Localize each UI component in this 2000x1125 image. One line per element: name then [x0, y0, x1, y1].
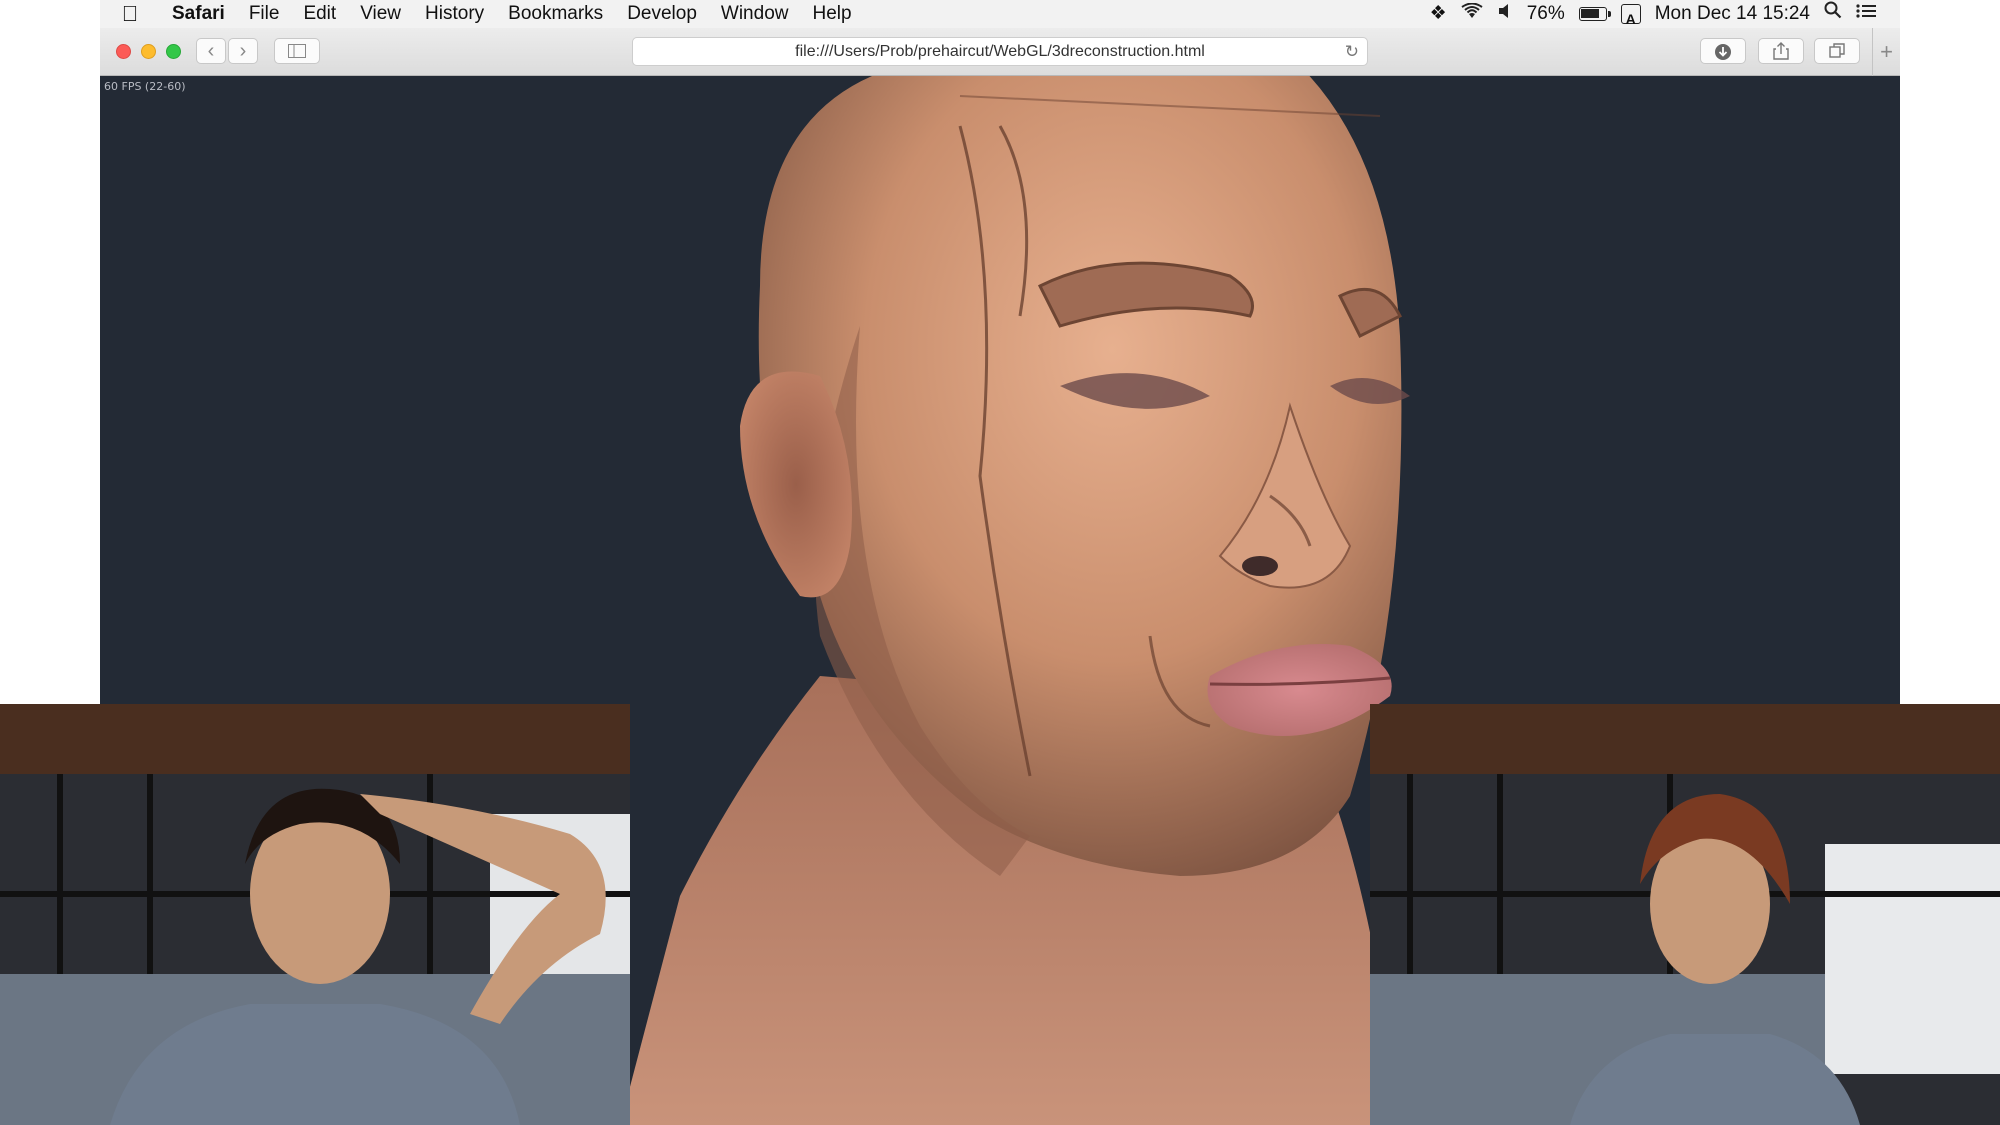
address-bar[interactable]: file:///Users/Prob/prehaircut/WebGL/3dre… — [632, 37, 1368, 66]
ceiling — [1370, 704, 2000, 774]
spotlight-search-icon[interactable] — [1824, 0, 1842, 28]
clock[interactable]: Mon Dec 14 15:24 — [1655, 0, 1810, 28]
menu-help[interactable]: Help — [800, 0, 863, 28]
share-button[interactable] — [1758, 38, 1804, 64]
webcam-left-image — [0, 704, 630, 1125]
minimize-window-button[interactable] — [141, 44, 156, 59]
battery-percent: 76% — [1526, 3, 1565, 24]
menu-history[interactable]: History — [413, 0, 496, 28]
download-icon — [1715, 44, 1731, 60]
menu-view[interactable]: View — [348, 0, 413, 28]
tabs-overview-button[interactable] — [1814, 38, 1860, 64]
fps-counter: 60 FPS (22-60) — [104, 80, 186, 93]
share-icon — [1773, 42, 1789, 60]
webcam-panel-left — [0, 704, 630, 1125]
notification-center-icon[interactable] — [1856, 0, 1876, 28]
sidebar-toggle-button[interactable] — [274, 38, 320, 64]
menu-edit[interactable]: Edit — [291, 0, 348, 28]
menu-bar:  Safari File Edit View History Bookmark… — [100, 0, 1900, 28]
input-source-indicator[interactable]: A — [1620, 4, 1641, 27]
dropbox-icon[interactable]: ❖ — [1430, 0, 1447, 28]
tabs-icon — [1829, 43, 1845, 58]
chevron-left-icon: ‹ — [207, 40, 215, 62]
whiteboard — [1825, 844, 2000, 1074]
reload-icon[interactable]: ↻ — [1345, 38, 1359, 66]
battery-icon[interactable] — [1578, 7, 1611, 21]
volume-icon[interactable] — [1497, 0, 1513, 28]
menu-bookmarks[interactable]: Bookmarks — [496, 0, 615, 28]
new-tab-button[interactable]: + — [1872, 28, 1900, 76]
webcam-panel-right — [1370, 704, 2000, 1125]
close-window-button[interactable] — [116, 44, 131, 59]
menu-window[interactable]: Window — [709, 0, 801, 28]
wifi-icon[interactable] — [1461, 0, 1483, 28]
menu-file[interactable]: File — [237, 0, 292, 28]
nostril — [1242, 556, 1278, 576]
webcam-right-image — [1370, 704, 2000, 1125]
chevron-right-icon: › — [239, 40, 247, 62]
menu-app-safari[interactable]: Safari — [160, 0, 237, 28]
sidebar-icon — [288, 44, 306, 58]
fullscreen-window-button[interactable] — [166, 44, 181, 59]
status-area: ❖ 76% A Mon Dec 14 15:24 — [1430, 0, 1900, 28]
menu-develop[interactable]: Develop — [615, 0, 709, 28]
plus-icon: + — [1880, 39, 1893, 64]
back-button[interactable]: ‹ — [196, 38, 226, 64]
forward-button[interactable]: › — [228, 38, 258, 64]
browser-toolbar: ‹ › file:///Users/Prob/prehaircut/WebGL/… — [100, 28, 1900, 76]
url-text: file:///Users/Prob/prehaircut/WebGL/3dre… — [795, 43, 1205, 60]
ceiling — [0, 704, 630, 774]
apple-icon[interactable]:  — [100, 1, 160, 27]
downloads-button[interactable] — [1700, 38, 1746, 64]
